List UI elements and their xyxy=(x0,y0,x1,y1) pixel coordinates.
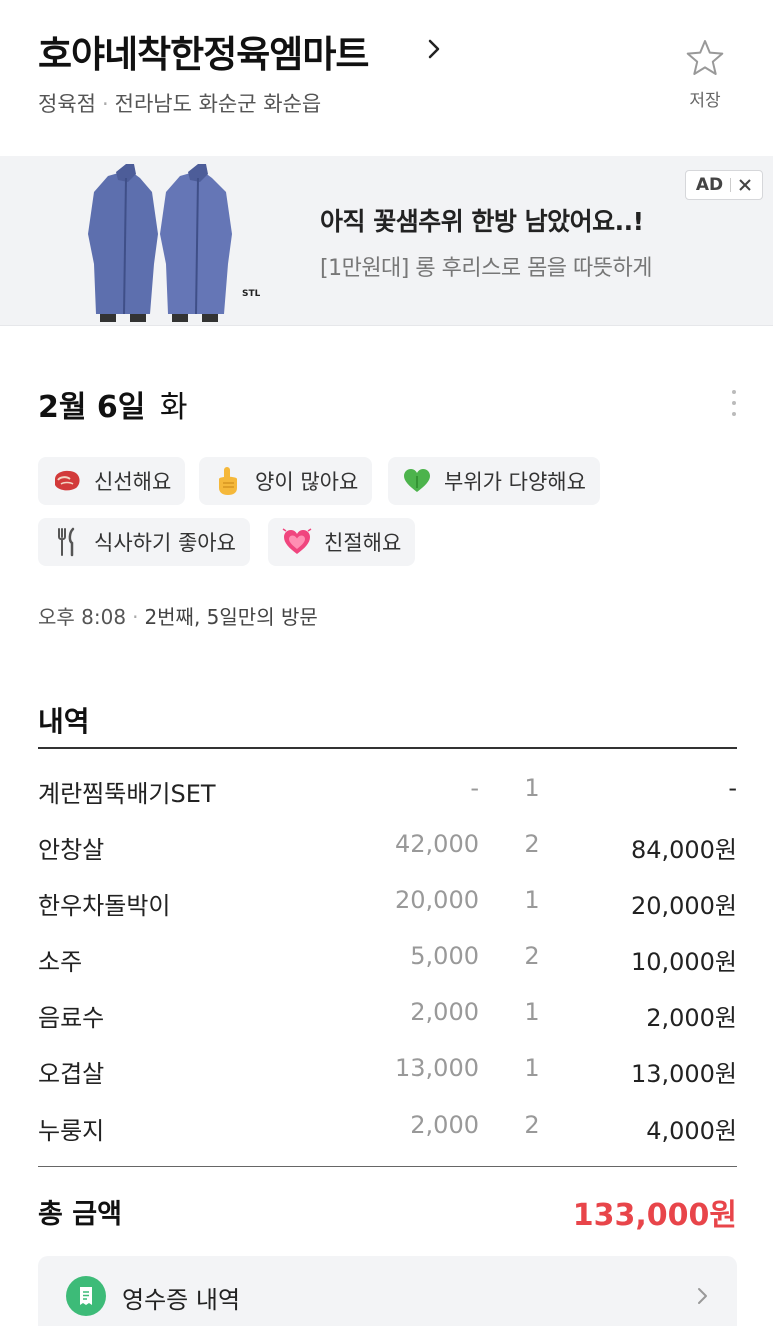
visit-date-text: 2월 6일 xyxy=(38,390,146,425)
tag-label: 신선해요 xyxy=(94,470,172,494)
list-item: 누룽지 2,000 2 4,000원 xyxy=(38,1099,737,1155)
ad-close-badge[interactable]: AD xyxy=(685,170,763,200)
tag-fresh: 신선해요 xyxy=(38,457,186,505)
separator-dot: · xyxy=(132,605,139,629)
brand-mark: STL xyxy=(242,289,260,299)
visit-count: 2번째, 5일만의 방문 xyxy=(144,605,318,629)
item-sum: 2,000원 xyxy=(646,1004,737,1032)
item-qty: 2 xyxy=(524,830,540,858)
pointing-finger-icon xyxy=(213,466,243,496)
item-qty: 1 xyxy=(524,774,540,802)
list-item: 안창살 42,000 2 84,000원 xyxy=(38,818,737,874)
total-value: 133,000원 xyxy=(572,1198,737,1233)
visit-day-of-week: 화 xyxy=(159,390,188,425)
store-name[interactable]: 호야네착한정육엠마트 xyxy=(38,24,369,78)
list-item: 계란찜뚝배기SET - 1 - xyxy=(38,762,737,818)
item-sum: 13,000원 xyxy=(630,1060,737,1088)
item-price: - xyxy=(470,774,479,802)
item-sum: 84,000원 xyxy=(630,836,737,864)
tag-good-meal: 식사하기 좋아요 xyxy=(38,518,250,566)
tag-friendly: 친절해요 xyxy=(268,518,416,566)
item-price: 5,000 xyxy=(410,942,479,970)
item-sum: - xyxy=(728,774,737,802)
item-name: 한우차돌박이 xyxy=(38,892,171,920)
more-dot xyxy=(732,401,736,405)
details-title: 내역 xyxy=(38,705,90,738)
list-item: 음료수 2,000 1 2,000원 xyxy=(38,986,737,1042)
store-subtitle: 정육점 · 전라남도 화순군 화순읍 xyxy=(38,88,321,118)
tag-label: 부위가 다양해요 xyxy=(444,470,586,494)
star-icon xyxy=(686,40,724,75)
item-name: 누룽지 xyxy=(38,1117,105,1145)
save-label: 저장 xyxy=(689,91,721,111)
tag-label: 양이 많아요 xyxy=(255,470,359,494)
item-qty: 1 xyxy=(524,886,540,914)
item-name: 오겹살 xyxy=(38,1060,105,1088)
tag-variety: 부위가 다양해요 xyxy=(388,457,600,505)
item-price: 13,000 xyxy=(395,1054,479,1082)
separator-dot: · xyxy=(101,92,109,116)
list-item: 한우차돌박이 20,000 1 20,000원 xyxy=(38,874,737,930)
ad-label: AD xyxy=(695,175,724,195)
list-item: 오겹살 13,000 1 13,000원 xyxy=(38,1042,737,1098)
item-sum: 20,000원 xyxy=(630,892,737,920)
receipt-icon xyxy=(66,1276,106,1316)
item-price: 2,000 xyxy=(410,998,479,1026)
receipt-label: 영수증 내역 xyxy=(122,1286,241,1314)
store-header: 호야네착한정육엠마트 정육점 · 전라남도 화순군 화순읍 저장 xyxy=(0,0,773,156)
green-heart-icon xyxy=(402,466,432,496)
chevron-right-icon[interactable] xyxy=(424,34,444,64)
fleece-jacket-image: STL xyxy=(88,164,260,322)
ad-description: [1만원대] 롱 후리스로 몸을 따뜻하게 xyxy=(320,256,653,281)
tag-generous: 양이 많아요 xyxy=(199,457,373,505)
item-name: 계란찜뚝배기SET xyxy=(38,780,216,808)
ad-title: 아직 꽃샘추위 한방 남았어요..! xyxy=(320,207,644,236)
more-options-button[interactable] xyxy=(724,386,744,420)
more-dot xyxy=(732,412,736,416)
item-price: 42,000 xyxy=(395,830,479,858)
visit-meta: 오후 8:08 · 2번째, 5일만의 방문 xyxy=(38,601,318,630)
meat-icon xyxy=(52,466,82,496)
details-divider xyxy=(38,747,737,749)
visit-date: 2월 6일 화 xyxy=(38,382,187,426)
heart-icon xyxy=(282,527,312,557)
item-qty: 2 xyxy=(524,1111,540,1139)
tag-label: 식사하기 좋아요 xyxy=(94,531,236,555)
item-qty: 2 xyxy=(524,942,540,970)
item-name: 소주 xyxy=(38,948,83,976)
chevron-right-icon xyxy=(698,1288,707,1304)
item-sum: 4,000원 xyxy=(646,1117,737,1145)
receipt-button[interactable]: 영수증 내역 xyxy=(38,1256,737,1326)
item-price: 2,000 xyxy=(410,1111,479,1139)
badge-divider xyxy=(730,178,732,192)
item-name: 안창살 xyxy=(38,836,105,864)
fork-knife-icon xyxy=(52,527,82,557)
tag-label: 친절해요 xyxy=(324,531,402,555)
store-location: 전라남도 화순군 화순읍 xyxy=(114,92,322,116)
total-divider xyxy=(38,1166,737,1167)
item-price: 20,000 xyxy=(395,886,479,914)
total-label: 총 금액 xyxy=(38,1199,122,1230)
store-category: 정육점 xyxy=(38,92,96,116)
close-icon[interactable] xyxy=(738,178,752,192)
list-item: 소주 5,000 2 10,000원 xyxy=(38,930,737,986)
visit-time: 오후 8:08 xyxy=(38,605,127,629)
item-qty: 1 xyxy=(524,1054,540,1082)
item-qty: 1 xyxy=(524,998,540,1026)
item-name: 음료수 xyxy=(38,1004,105,1032)
item-sum: 10,000원 xyxy=(630,948,737,976)
more-dot xyxy=(732,390,736,394)
ad-banner[interactable]: STL 아직 꽃샘추위 한방 남았어요..! [1만원대] 롱 후리스로 몸을 … xyxy=(0,156,773,326)
save-button[interactable]: 저장 xyxy=(678,38,732,118)
